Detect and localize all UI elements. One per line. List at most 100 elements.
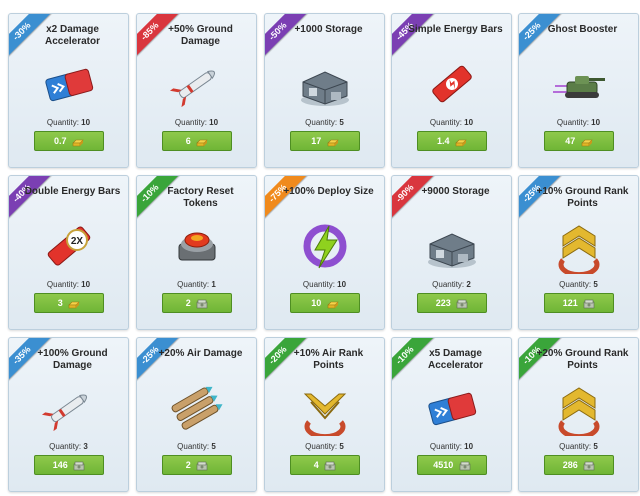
quantity-text: Quantity: 10 [137, 118, 256, 127]
damage-accelerator-icon [39, 56, 99, 112]
price-value: 6 [185, 136, 191, 146]
quantity-label: Quantity: [305, 442, 338, 451]
quantity-value: 5 [339, 118, 344, 127]
buy-button[interactable]: 10 [290, 293, 360, 313]
buy-button[interactable]: 223 [417, 293, 487, 313]
quantity-label: Quantity: [49, 442, 82, 451]
deploy-lightning-icon [295, 218, 355, 274]
product-card-50-ground-damage[interactable]: -85% +50% Ground Damage Quantity: 10 6 [136, 13, 257, 168]
quantity-text: Quantity: 10 [9, 280, 128, 289]
gold-bars-icon [196, 137, 208, 147]
cash-bundle-icon [456, 299, 468, 309]
quantity-text: Quantity: 10 [9, 118, 128, 127]
product-card-x5-damage-accelerator[interactable]: -10% x5 Damage Accelerator Quantity: 10 … [391, 337, 512, 492]
gold-bars-icon [455, 137, 467, 147]
product-title: +20% Ground Rank Points [536, 348, 629, 371]
quantity-text: Quantity: 10 [519, 118, 638, 127]
product-card-9000-storage[interactable]: -90% +9000 Storage Quantity: 2 223 [391, 175, 512, 330]
product-card-20-air-damage[interactable]: -25% +20% Air Damage Quantity: 5 2 [136, 337, 257, 492]
product-title: +9000 Storage [421, 186, 490, 197]
quantity-value: 10 [81, 280, 91, 289]
buy-button[interactable]: 6 [162, 131, 232, 151]
product-title: Factory Reset Tokens [167, 186, 234, 209]
quantity-value: 10 [209, 118, 219, 127]
gold-bars-icon [72, 137, 84, 147]
energy-bar-icon [422, 56, 482, 112]
buy-button[interactable]: 2 [162, 455, 232, 475]
buy-button[interactable]: 4510 [417, 455, 487, 475]
product-card-simple-energy-bars[interactable]: -45% Simple Energy Bars Quantity: 10 1.4 [391, 13, 512, 168]
quantity-label: Quantity: [559, 442, 592, 451]
price-value: 286 [562, 460, 578, 470]
quantity-value: 3 [83, 442, 88, 451]
cash-bundle-icon [324, 461, 336, 471]
product-title: x2 Damage Accelerator [44, 24, 101, 47]
product-title: +1000 Storage [294, 24, 363, 35]
product-card-100-ground-damage[interactable]: -35% +100% Ground Damage Quantity: 3 146 [8, 337, 129, 492]
rank-chevron-icon [549, 380, 609, 436]
product-card-factory-reset-tokens[interactable]: -10% Factory Reset Tokens Quantity: 1 2 [136, 175, 257, 330]
gold-bars-icon [581, 137, 593, 147]
product-title: +50% Ground Damage [168, 24, 233, 47]
product-card-ghost-booster[interactable]: -25% Ghost Booster Quantity: 10 47 [518, 13, 639, 168]
product-title: +100% Ground Damage [37, 348, 108, 371]
product-title: Simple Energy Bars [408, 24, 503, 35]
buy-button[interactable]: 286 [544, 455, 614, 475]
buy-button[interactable]: 47 [544, 131, 614, 151]
buy-button[interactable]: 146 [34, 455, 104, 475]
quantity-value: 10 [464, 118, 474, 127]
quantity-label: Quantity: [429, 118, 462, 127]
price-value: 47 [565, 136, 576, 146]
missile-icon [39, 380, 99, 436]
cash-bundle-icon [196, 299, 208, 309]
price-value: 4510 [433, 460, 454, 470]
product-card-x2-damage-accelerator[interactable]: -30% x2 Damage Accelerator Quantity: 10 … [8, 13, 129, 168]
quantity-value: 10 [337, 280, 347, 289]
quantity-value: 5 [211, 442, 216, 451]
buy-button[interactable]: 1.4 [417, 131, 487, 151]
gold-bars-icon [68, 299, 80, 309]
quantity-label: Quantity: [174, 118, 207, 127]
buy-button[interactable]: 17 [290, 131, 360, 151]
price-value: 10 [311, 298, 322, 308]
gold-bars-icon [327, 299, 339, 309]
reset-button-icon [167, 218, 227, 274]
shop-grid: -30% x2 Damage Accelerator Quantity: 10 … [0, 0, 640, 496]
product-title: +10% Air Rank Points [293, 348, 364, 371]
price-value: 0.7 [53, 136, 67, 146]
product-card-20-ground-rank-points[interactable]: -10% +20% Ground Rank Points Quantity: 5… [518, 337, 639, 492]
buy-button[interactable]: 0.7 [34, 131, 104, 151]
svg-text:2X: 2X [71, 236, 84, 247]
quantity-value: 10 [464, 442, 474, 451]
buy-button[interactable]: 121 [544, 293, 614, 313]
price-value: 2 [185, 460, 191, 470]
product-title: +10% Ground Rank Points [536, 186, 629, 209]
product-card-10-ground-rank-points[interactable]: -25% +10% Ground Rank Points Quantity: 5… [518, 175, 639, 330]
quantity-text: Quantity: 5 [137, 442, 256, 451]
price-value: 3 [57, 298, 63, 308]
buy-button[interactable]: 3 [34, 293, 104, 313]
buy-button[interactable]: 4 [290, 455, 360, 475]
product-card-100-deploy-size[interactable]: -75% +100% Deploy Size Quantity: 10 10 [264, 175, 385, 330]
cash-bundle-icon [196, 461, 208, 471]
quantity-text: Quantity: 5 [265, 442, 384, 451]
quantity-value: 5 [593, 442, 598, 451]
cash-bundle-icon [459, 461, 471, 471]
quantity-text: Quantity: 5 [519, 280, 638, 289]
quantity-value: 10 [81, 118, 91, 127]
storage-warehouse-icon [422, 218, 482, 274]
quantity-text: Quantity: 10 [265, 280, 384, 289]
rank-chevron-icon [549, 218, 609, 274]
product-title: x5 Damage Accelerator [427, 348, 484, 371]
product-card-1000-storage[interactable]: -50% +1000 Storage Quantity: 5 17 [264, 13, 385, 168]
product-card-10-air-rank-points[interactable]: -20% +10% Air Rank Points Quantity: 5 4 [264, 337, 385, 492]
product-title: Double Energy Bars [24, 186, 121, 197]
buy-button[interactable]: 2 [162, 293, 232, 313]
price-value: 1.4 [436, 136, 450, 146]
quantity-label: Quantity: [432, 280, 465, 289]
quantity-text: Quantity: 1 [137, 280, 256, 289]
product-card-double-energy-bars[interactable]: -40% Double Energy Bars 2X Quantity: 10 … [8, 175, 129, 330]
quantity-value: 2 [466, 280, 471, 289]
price-value: 121 [562, 298, 578, 308]
quantity-value: 1 [211, 280, 216, 289]
